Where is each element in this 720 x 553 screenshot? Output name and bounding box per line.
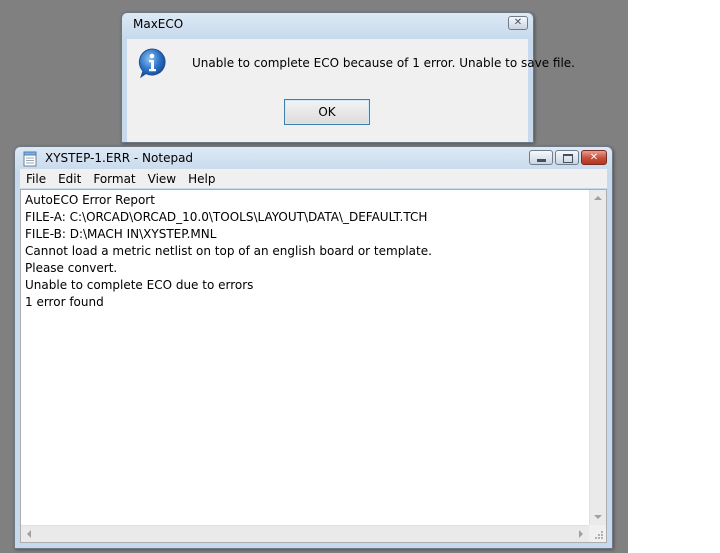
text-line: FILE-B: D:\MACH IN\XYSTEP.MNL bbox=[25, 227, 217, 241]
notepad-window: XYSTEP-1.ERR - Notepad ✕ File Edit Forma… bbox=[14, 146, 613, 549]
maximize-button[interactable] bbox=[555, 150, 579, 165]
window-caption-buttons: ✕ bbox=[529, 150, 607, 165]
close-icon: ✕ bbox=[513, 17, 523, 28]
scroll-right-arrow-icon[interactable] bbox=[579, 530, 583, 538]
text-line: Cannot load a metric netlist on top of a… bbox=[25, 244, 432, 258]
text-line: Unable to complete ECO due to errors bbox=[25, 278, 254, 292]
horizontal-scrollbar[interactable] bbox=[21, 525, 589, 542]
ok-button-label: OK bbox=[318, 105, 336, 119]
size-grip[interactable] bbox=[589, 525, 606, 542]
vertical-scrollbar[interactable] bbox=[589, 190, 606, 525]
scroll-up-arrow-icon[interactable] bbox=[594, 196, 602, 200]
dialog-message: Unable to complete ECO because of 1 erro… bbox=[192, 56, 575, 70]
maxeco-dialog: MaxECO ✕ Unable to complete ECO because … bbox=[121, 12, 575, 143]
size-grip-icon bbox=[595, 531, 603, 539]
close-button[interactable]: ✕ bbox=[581, 150, 607, 165]
dialog-title: MaxECO bbox=[133, 17, 184, 31]
dialog-body: Unable to complete ECO because of 1 erro… bbox=[127, 39, 575, 142]
info-icon bbox=[138, 48, 166, 79]
text-line: Please convert. bbox=[25, 261, 118, 275]
menu-edit[interactable]: Edit bbox=[52, 172, 87, 186]
scroll-left-arrow-icon[interactable] bbox=[27, 530, 31, 538]
notepad-document-icon bbox=[23, 151, 37, 167]
minimize-button[interactable] bbox=[529, 150, 553, 165]
text-content[interactable]: AutoECO Error Report FILE-A: C:\ORCAD\ORC… bbox=[21, 190, 589, 525]
ok-button[interactable]: OK bbox=[284, 99, 370, 125]
dialog-close-button[interactable]: ✕ bbox=[508, 16, 528, 30]
maximize-icon bbox=[563, 154, 573, 163]
menu-bar: File Edit Format View Help bbox=[20, 169, 607, 188]
text-line: FILE-A: C:\ORCAD\ORCAD_10.0\TOOLS\LAYOUT… bbox=[25, 210, 428, 224]
menu-format[interactable]: Format bbox=[87, 172, 141, 186]
notepad-title: XYSTEP-1.ERR - Notepad bbox=[45, 151, 194, 165]
text-editor[interactable]: AutoECO Error Report FILE-A: C:\ORCAD\ORC… bbox=[20, 189, 607, 543]
menu-view[interactable]: View bbox=[142, 172, 182, 186]
menu-file[interactable]: File bbox=[20, 172, 52, 186]
text-line: 1 error found bbox=[25, 295, 104, 309]
menu-help[interactable]: Help bbox=[182, 172, 221, 186]
scroll-down-arrow-icon[interactable] bbox=[594, 515, 602, 519]
text-line: AutoECO Error Report bbox=[25, 193, 155, 207]
minimize-icon bbox=[537, 159, 546, 162]
close-icon: ✕ bbox=[589, 151, 599, 163]
